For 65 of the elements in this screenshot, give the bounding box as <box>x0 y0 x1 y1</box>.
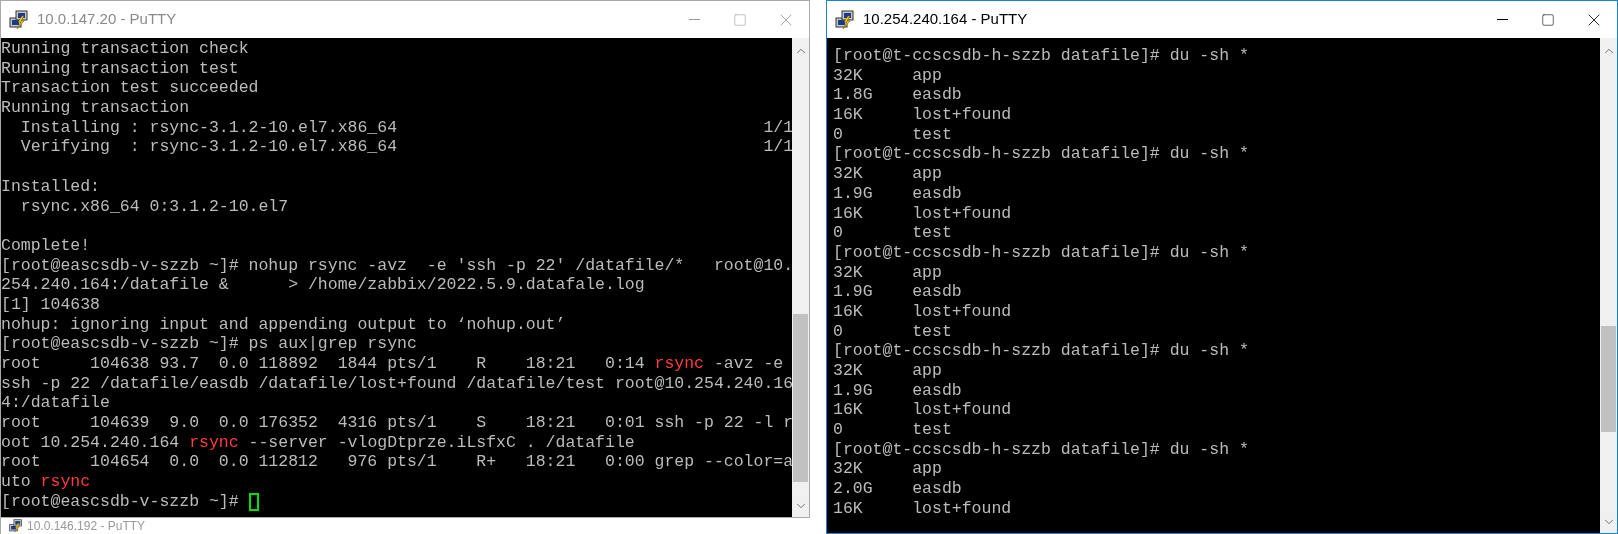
terminal-line: ssh -p 22 /datafile/easdb /datafile/lost+found /datafile/test root@10.254.240.16 <box>1 373 792 394</box>
terminal-line: Installing : rsync-3.1.2-10.el7.x86_64 1/1 <box>19 117 792 138</box>
terminal-line: 4:/datafile <box>1 393 110 414</box>
terminal-line: uto <box>1 472 32 492</box>
terminal-line: 1.9G easdb <box>833 183 962 204</box>
terminal-line: [root@eascsdb-v-szzb ~]# <box>1 491 240 512</box>
scrollbar[interactable] <box>1600 38 1617 533</box>
terminal-line: [root@eascsdb-v-szzb ~]# nohup rsync -avz -e 'ssh -p 22' /datafile/* root@10. <box>1 255 792 276</box>
terminal-computer-icon <box>9 519 23 533</box>
terminal-line: Running transaction check <box>1 39 249 59</box>
terminal-computer-icon <box>835 9 855 30</box>
terminal-line: root 104638 93.7 0.0 118892 1844 pts/1 R 18:21 0:14 <box>1 354 646 374</box>
terminal-line: Running transaction <box>1 98 190 118</box>
terminal-line: 2.0G easdb <box>833 479 962 499</box>
maximize-icon <box>1541 12 1555 27</box>
terminal-line: Running transaction test <box>1 58 239 79</box>
terminal-line: [root@t-ccscsdb-h-szzb datafile]# du -sh * <box>833 242 1249 263</box>
scrollbar-thumb[interactable] <box>1601 325 1616 432</box>
terminal-line: [1] 104638 <box>1 294 101 315</box>
terminal-line: 32K app <box>833 459 942 480</box>
window-title: 10.0.146.192 - PuTTY <box>27 519 146 533</box>
terminal-line: 32K app <box>833 361 942 381</box>
terminal-line: Complete! <box>1 235 91 256</box>
terminal-line: 16K lost+found <box>833 400 1012 421</box>
terminal-line: 32K app <box>833 65 942 86</box>
terminal-line: [root@t-ccscsdb-h-szzb datafile]# du -sh * <box>833 144 1249 165</box>
highlighted-match: rsync <box>654 354 705 374</box>
terminal-line: [root@t-ccscsdb-h-szzb datafile]# du -sh * <box>833 341 1249 361</box>
maximize-icon <box>733 12 747 27</box>
terminal-line: 0 test <box>833 223 952 243</box>
highlighted-match: rsync <box>40 472 91 492</box>
terminal-line: nohup: ignoring input and appending output to ‘nohup.out’ <box>1 314 566 335</box>
window-title: 10.0.147.20 - PuTTY <box>37 9 177 30</box>
scrollbar[interactable] <box>792 38 809 517</box>
terminal-line: 16K lost+found <box>833 203 1012 224</box>
minimize-icon <box>688 19 700 20</box>
terminal-line: -avz -e <box>712 354 784 374</box>
terminal-line: 32K app <box>833 164 942 184</box>
terminal-line: 1.9G easdb <box>833 380 962 401</box>
scrollbar-thumb[interactable] <box>793 314 808 483</box>
terminal-line: rsync.x86_64 0:3.1.2-10.el7 <box>19 196 289 217</box>
minimize-icon <box>1496 19 1508 20</box>
terminal-line: root 104639 9.0 0.0 176352 4316 pts/1 S 18:21 0:01 ssh -p 22 -l r <box>1 413 792 433</box>
terminal-line: Verifying : rsync-3.1.2-10.el7.x86_64 1/1 <box>19 137 792 158</box>
terminal-line: root 104654 0.0 0.0 112812 976 pts/1 R+ 18:21 0:00 grep --color=a <box>1 452 792 473</box>
highlighted-match: rsync <box>189 432 239 453</box>
terminal-line: --server -vlogDtprze.iLsfxC . /datafile <box>247 432 635 453</box>
terminal-line: Transaction test succeeded <box>1 78 259 99</box>
terminal-computer-icon <box>9 9 29 30</box>
terminal-line: [root@t-ccscsdb-h-szzb datafile]# du -sh * <box>833 46 1249 66</box>
terminal-line: 32K app <box>833 262 942 283</box>
terminal-line: 16K lost+found <box>833 105 1012 125</box>
terminal-line: 1.8G easdb <box>833 85 962 106</box>
terminal-line: 16K lost+found <box>833 498 1012 519</box>
terminal-line: 0 test <box>833 124 952 145</box>
terminal-line: oot 10.254.240.164 <box>1 432 181 453</box>
terminal-line: [root@eascsdb-v-szzb ~]# ps aux|grep rsync <box>1 334 417 354</box>
terminal-line: Installed: <box>1 176 101 197</box>
terminal-line: 0 test <box>833 420 952 440</box>
terminal-line: 16K lost+found <box>833 301 1012 322</box>
terminal-line: 1.9G easdb <box>833 282 962 302</box>
terminal-line: 0 test <box>833 321 952 342</box>
terminal-line: [root@t-ccscsdb-h-szzb datafile]# du -sh * <box>833 439 1249 460</box>
terminal-line: 254.240.164:/datafile & > /home/zabbix/2022.5.9.datafale.log <box>1 275 645 295</box>
window-title: 10.254.240.164 - PuTTY <box>863 9 1028 30</box>
